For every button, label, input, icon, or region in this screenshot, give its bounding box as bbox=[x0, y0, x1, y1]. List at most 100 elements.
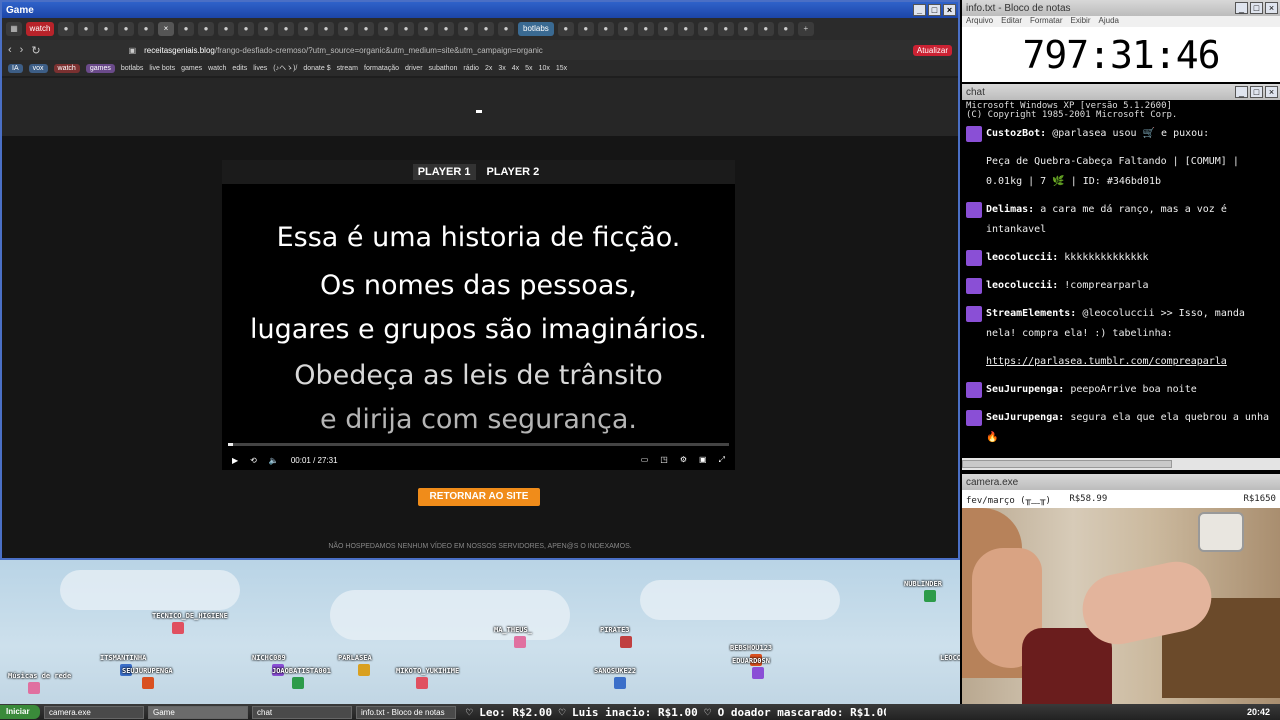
tab[interactable]: ● bbox=[438, 22, 454, 36]
tab[interactable]: ● bbox=[78, 22, 94, 36]
tab[interactable]: ● bbox=[697, 22, 714, 36]
menu-item[interactable]: Formatar bbox=[1030, 16, 1062, 27]
bookmark-item[interactable]: 5x bbox=[525, 65, 532, 72]
start-button[interactable]: Iniciar bbox=[0, 705, 40, 719]
skip-icon[interactable]: ⟲ bbox=[250, 456, 257, 465]
pip-icon[interactable]: ◳ bbox=[660, 455, 668, 465]
tab[interactable]: ● bbox=[418, 22, 434, 36]
bookmark-item[interactable]: lives bbox=[253, 65, 267, 72]
tab[interactable]: ● bbox=[597, 22, 614, 36]
reload-icon[interactable]: ↻ bbox=[31, 44, 40, 57]
tab[interactable]: ● bbox=[278, 22, 294, 36]
menu-item[interactable]: Arquivo bbox=[966, 16, 993, 27]
settings-icon[interactable]: ⚙ bbox=[680, 455, 687, 465]
tab[interactable]: ● bbox=[58, 22, 74, 36]
play-icon[interactable]: ▶ bbox=[232, 456, 238, 465]
tab[interactable]: ● bbox=[717, 22, 734, 36]
fullscreen-icon[interactable]: ⤢ bbox=[719, 455, 725, 465]
bookmark-item[interactable]: watch bbox=[208, 65, 226, 72]
minimize-button[interactable]: _ bbox=[1235, 86, 1248, 98]
tab-active[interactable]: × bbox=[158, 22, 174, 36]
chat-username[interactable]: leocoluccii: bbox=[986, 280, 1058, 291]
bookmark-item[interactable]: 10x bbox=[539, 65, 550, 72]
tab[interactable]: ● bbox=[617, 22, 634, 36]
update-button[interactable]: Atualizar bbox=[912, 44, 952, 56]
maximize-button[interactable]: □ bbox=[1250, 86, 1263, 98]
url-field[interactable]: receitasgeniais.blog/frango-desfiado-cre… bbox=[144, 46, 543, 55]
bookmark-item[interactable]: 4x bbox=[512, 65, 519, 72]
chat-username[interactable]: CustozBot: bbox=[986, 128, 1046, 139]
bookmark-item[interactable]: 2x bbox=[485, 65, 492, 72]
tab[interactable]: ● bbox=[677, 22, 694, 36]
taskbar-item-notepad[interactable]: info.txt - Bloco de notas bbox=[356, 705, 456, 719]
tab[interactable]: ● bbox=[118, 22, 134, 36]
bookmark-item[interactable]: subathon bbox=[429, 65, 458, 72]
minimize-button[interactable]: _ bbox=[913, 4, 926, 16]
chat-link[interactable]: https://parlasea.tumblr.com/compreaparla bbox=[986, 356, 1227, 367]
close-button[interactable]: × bbox=[1265, 2, 1278, 14]
menu-item[interactable]: Editar bbox=[1001, 16, 1022, 27]
menu-item[interactable]: Ajuda bbox=[1099, 16, 1119, 27]
bookmark-item[interactable]: driver bbox=[405, 65, 423, 72]
bookmark-item[interactable]: 15x bbox=[556, 65, 567, 72]
chat-username[interactable]: leocoluccii: bbox=[986, 252, 1058, 263]
close-button[interactable]: × bbox=[1265, 86, 1278, 98]
bookmark-item[interactable]: donate $ bbox=[303, 65, 330, 72]
video-player[interactable]: PLAYER 1 PLAYER 2 Essa é uma historia de… bbox=[222, 160, 735, 470]
tab[interactable]: ● bbox=[178, 22, 194, 36]
tab[interactable]: ● bbox=[637, 22, 654, 36]
tab[interactable]: ● bbox=[657, 22, 674, 36]
tab[interactable]: ● bbox=[338, 22, 354, 36]
tab[interactable]: ● bbox=[737, 22, 754, 36]
chat-username[interactable]: SeuJurupenga: bbox=[986, 412, 1064, 423]
return-to-site-button[interactable]: RETORNAR AO SITE bbox=[418, 488, 540, 506]
bookmark-item[interactable]: (♪ヘゝ)/ bbox=[273, 63, 297, 73]
bookmark-item[interactable]: 3x bbox=[498, 65, 505, 72]
cast-icon[interactable]: ▣ bbox=[699, 455, 707, 465]
bookmark-item[interactable]: games bbox=[181, 65, 202, 72]
tab[interactable]: ● bbox=[98, 22, 114, 36]
new-tab-button[interactable]: + bbox=[797, 22, 814, 36]
tab[interactable]: ● bbox=[557, 22, 574, 36]
tab[interactable]: ● bbox=[358, 22, 374, 36]
tab[interactable]: ● bbox=[478, 22, 494, 36]
tab-botlabs[interactable]: botlabs bbox=[518, 22, 554, 36]
tab[interactable]: ● bbox=[198, 22, 214, 36]
close-button[interactable]: × bbox=[943, 4, 956, 16]
back-icon[interactable]: ‹ bbox=[8, 44, 12, 56]
tab[interactable]: ● bbox=[138, 22, 154, 36]
tab[interactable]: ● bbox=[378, 22, 394, 36]
maximize-button[interactable]: □ bbox=[1250, 2, 1263, 14]
chat-username[interactable]: Delimas: bbox=[986, 204, 1034, 215]
tab-player-1[interactable]: PLAYER 1 bbox=[412, 164, 476, 180]
tab[interactable]: ● bbox=[318, 22, 334, 36]
tab[interactable]: ● bbox=[258, 22, 274, 36]
taskbar-item-game[interactable]: Game bbox=[148, 705, 248, 719]
forward-icon[interactable]: › bbox=[20, 44, 24, 56]
maximize-button[interactable]: □ bbox=[928, 4, 941, 16]
bookmark-item[interactable]: formatação bbox=[364, 65, 399, 72]
bookmark-item[interactable]: stream bbox=[337, 65, 358, 72]
taskbar-item-chat[interactable]: chat bbox=[252, 705, 352, 719]
tab[interactable]: ● bbox=[238, 22, 254, 36]
tab-player-2[interactable]: PLAYER 2 bbox=[482, 164, 545, 180]
bookmark-item[interactable]: edits bbox=[232, 65, 247, 72]
bookmark-item[interactable]: rádio bbox=[463, 65, 479, 72]
tab[interactable]: ● bbox=[777, 22, 794, 36]
bookmark-item[interactable]: games bbox=[85, 63, 115, 73]
video-progress-bar[interactable] bbox=[228, 443, 729, 446]
bookmark-item[interactable]: botlabs bbox=[121, 65, 144, 72]
chat-username[interactable]: StreamElements: bbox=[986, 308, 1076, 319]
bookmark-item[interactable]: live bots bbox=[149, 65, 175, 72]
tab[interactable]: ● bbox=[458, 22, 474, 36]
tab[interactable]: ● bbox=[577, 22, 594, 36]
tab[interactable]: ● bbox=[398, 22, 414, 36]
tab[interactable]: ● bbox=[298, 22, 314, 36]
tab[interactable]: ● bbox=[757, 22, 774, 36]
tab[interactable]: ● bbox=[218, 22, 234, 36]
tab-watch[interactable]: watch bbox=[26, 22, 54, 36]
scrollbar-thumb[interactable] bbox=[962, 460, 1172, 468]
chat-message-list[interactable]: CustozBot: @parlasea usou 🛒 e puxou: Peç… bbox=[962, 120, 1280, 450]
horizontal-scrollbar[interactable] bbox=[962, 458, 1280, 470]
tab-icon[interactable]: ▦ bbox=[6, 22, 22, 36]
